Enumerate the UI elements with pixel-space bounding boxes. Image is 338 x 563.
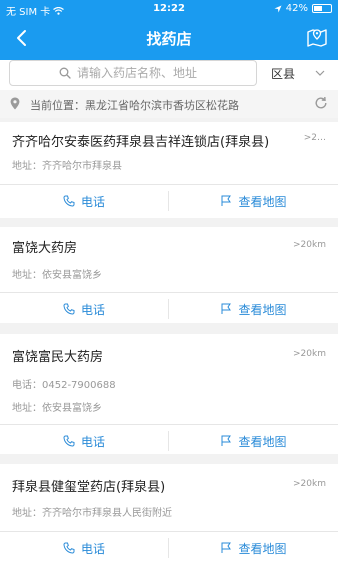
phone-icon [63, 435, 75, 447]
flag-icon [221, 195, 232, 206]
store-card[interactable]: 齐齐哈尔安泰医药拜泉县吉祥连锁店(拜泉县) >2… 地址：齐齐哈尔市拜泉县 电话… [0, 122, 338, 218]
view-map-label: 查看地图 [238, 194, 287, 209]
battery-fill [314, 6, 322, 11]
flag-icon [221, 435, 232, 446]
view-map-label: 查看地图 [238, 434, 287, 449]
search-box[interactable] [9, 60, 257, 86]
current-location-value: 黑龙江省哈尔滨市香坊区松花路 [85, 99, 239, 112]
card-actions: 电话 查看地图 [0, 532, 338, 563]
search-input[interactable] [77, 66, 207, 80]
store-distance: >20km [293, 479, 326, 489]
store-distance: >20km [293, 240, 326, 250]
store-address: 地址：依安县富饶乡 [12, 270, 102, 281]
view-map-button[interactable]: 查看地图 [169, 293, 338, 325]
card-actions: 电话 查看地图 [0, 293, 338, 325]
store-address: 地址：齐齐哈尔市拜泉县 [12, 161, 122, 172]
flag-icon [221, 542, 232, 553]
store-card[interactable]: 富饶大药房 >20km 地址：依安县富饶乡 电话 查看地图 [0, 227, 338, 323]
search-row: 区县 [0, 60, 338, 90]
store-name: 齐齐哈尔安泰医药拜泉县吉祥连锁店(拜泉县) [12, 135, 270, 150]
store-name: 拜泉县健玺堂药店(拜泉县) [12, 480, 166, 495]
call-button[interactable]: 电话 [0, 185, 168, 217]
call-label: 电话 [80, 434, 105, 449]
store-card[interactable]: 富饶富民大药房 >20km 电话：0452-7900688 地址：依安县富饶乡 … [0, 334, 338, 454]
store-distance: >20km [293, 349, 326, 359]
call-button[interactable]: 电话 [0, 425, 168, 457]
status-right: 42% [274, 3, 332, 14]
store-name: 富饶富民大药房 [12, 350, 104, 365]
chevron-down-icon[interactable] [314, 67, 326, 79]
store-card[interactable]: 拜泉县健玺堂药店(拜泉县) >20km 地址：齐齐哈尔市拜泉县人民街附近 电话 … [0, 464, 338, 563]
view-map-button[interactable]: 查看地图 [169, 425, 338, 457]
phone-icon [63, 303, 75, 315]
call-button[interactable]: 电话 [0, 293, 168, 325]
current-location-text: 当前位置：黑龙江省哈尔滨市香坊区松花路 [30, 97, 239, 113]
call-label: 电话 [80, 541, 105, 556]
map-location-icon[interactable] [306, 24, 328, 48]
card-actions: 电话 查看地图 [0, 185, 338, 217]
location-arrow-icon [274, 5, 282, 12]
phone-icon [63, 542, 75, 554]
card-actions: 电话 查看地图 [0, 425, 338, 457]
store-distance: >2… [303, 133, 326, 143]
view-map-label: 查看地图 [238, 302, 287, 317]
store-address: 地址：齐齐哈尔市拜泉县人民街附近 [12, 508, 172, 519]
call-button[interactable]: 电话 [0, 532, 168, 563]
view-map-button[interactable]: 查看地图 [169, 532, 338, 563]
battery-icon [312, 4, 332, 13]
location-pin-icon [10, 97, 20, 110]
battery-percent: 42% [285, 3, 308, 14]
status-bar: 无 SIM 卡 12:22 42% [0, 0, 338, 18]
current-location-label: 当前位置： [30, 99, 85, 112]
store-phone: 电话：0452-7900688 [12, 380, 116, 391]
district-select-label[interactable]: 区县 [271, 65, 295, 82]
store-name: 富饶大药房 [12, 241, 78, 256]
flag-icon [221, 303, 232, 314]
call-label: 电话 [80, 302, 105, 317]
nav-bar: 找药店 [0, 18, 338, 60]
view-map-button[interactable]: 查看地图 [169, 185, 338, 217]
page-title: 找药店 [146, 30, 192, 48]
view-map-label: 查看地图 [238, 541, 287, 556]
current-location-bar: 当前位置：黑龙江省哈尔滨市香坊区松花路 [0, 90, 338, 118]
search-icon [59, 67, 71, 79]
store-address: 地址：依安县富饶乡 [12, 403, 102, 414]
phone-icon [63, 195, 75, 207]
call-label: 电话 [80, 194, 105, 209]
refresh-icon[interactable] [314, 96, 328, 110]
top-bar: 无 SIM 卡 12:22 42% 找药店 [0, 0, 338, 60]
